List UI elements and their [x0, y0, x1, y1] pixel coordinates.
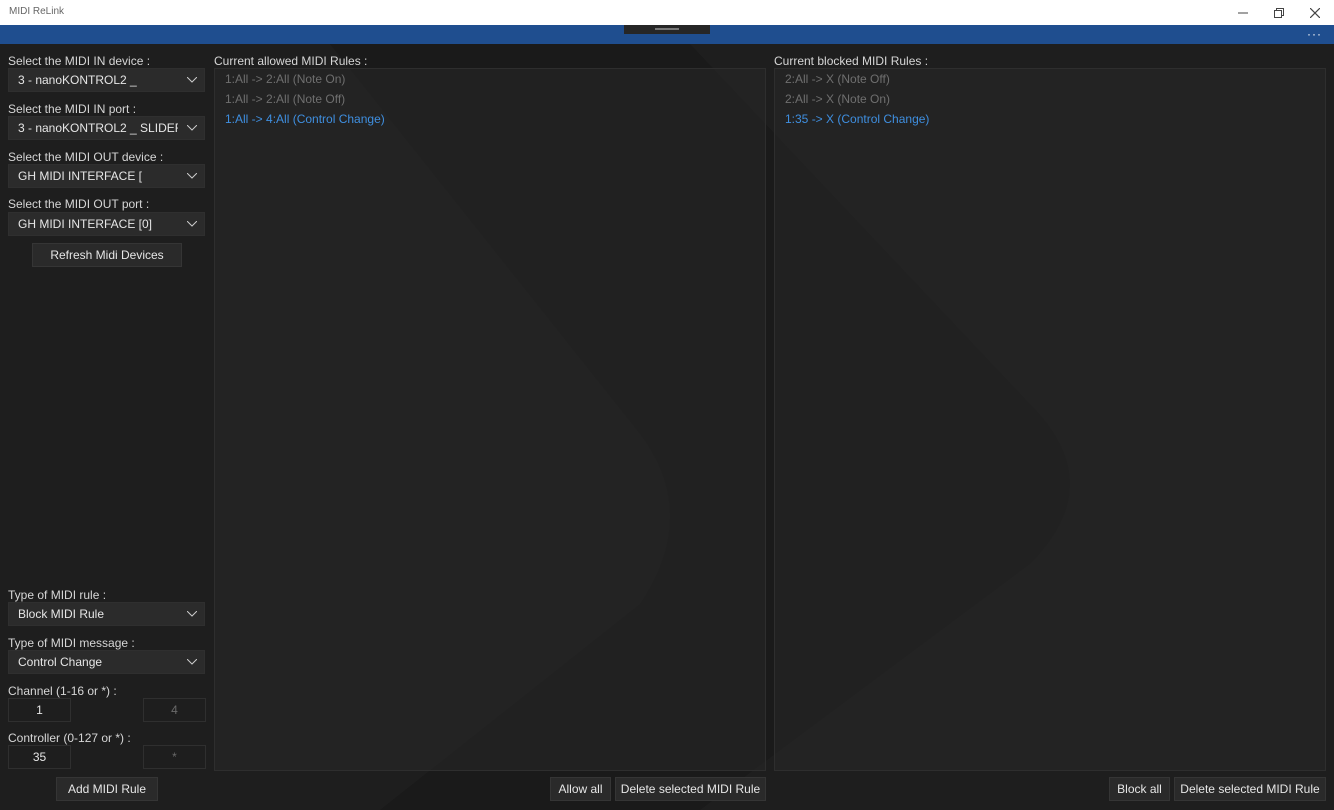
- list-item-selected[interactable]: 1:All -> 4:All (Control Change): [215, 109, 765, 129]
- rule-type-select[interactable]: Block MIDI Rule: [8, 602, 205, 626]
- controller-label: Controller (0-127 or *) :: [8, 731, 131, 745]
- midi-in-device-value: 3 - nanoKONTROL2 _: [18, 73, 137, 87]
- midi-in-port-value: 3 - nanoKONTROL2 _ SLIDER/K: [18, 121, 178, 135]
- rule-type-label: Type of MIDI rule :: [8, 588, 107, 602]
- accent-bar: ···: [0, 25, 1334, 44]
- controller-to-input[interactable]: *: [143, 745, 206, 769]
- close-icon: [1310, 7, 1320, 18]
- channel-to-input[interactable]: 4: [143, 698, 206, 722]
- midi-out-port-label: Select the MIDI OUT port :: [8, 197, 150, 211]
- midi-out-device-select[interactable]: GH MIDI INTERFACE [: [8, 164, 205, 188]
- window-title: MIDI ReLink: [9, 6, 65, 17]
- chevron-down-icon: [186, 117, 198, 139]
- delete-selected-blocked-rule-button[interactable]: Delete selected MIDI Rule: [1174, 777, 1326, 801]
- allowed-rules-list[interactable]: 1:All -> 2:All (Note On) 1:All -> 2:All …: [214, 68, 766, 771]
- message-type-value: Control Change: [18, 655, 103, 669]
- more-options-button[interactable]: ···: [1307, 27, 1322, 41]
- channel-from-input[interactable]: 1: [8, 698, 71, 722]
- chevron-down-icon: [186, 603, 198, 625]
- minimize-icon: [1238, 12, 1248, 13]
- midi-in-device-select[interactable]: 3 - nanoKONTROL2 _: [8, 68, 205, 92]
- blocked-rules-list[interactable]: 2:All -> X (Note Off) 2:All -> X (Note O…: [774, 68, 1326, 771]
- drag-handle[interactable]: [624, 25, 710, 34]
- block-all-button[interactable]: Block all: [1109, 777, 1170, 801]
- midi-out-port-value: GH MIDI INTERFACE [0]: [18, 217, 153, 231]
- midi-out-device-value: GH MIDI INTERFACE [: [18, 169, 143, 183]
- list-item[interactable]: 1:All -> 2:All (Note Off): [215, 89, 765, 109]
- chevron-down-icon: [186, 165, 198, 187]
- close-button[interactable]: [1297, 0, 1333, 25]
- midi-in-device-label: Select the MIDI IN device :: [8, 54, 151, 68]
- list-item[interactable]: 1:All -> 2:All (Note On): [215, 69, 765, 89]
- add-midi-rule-button[interactable]: Add MIDI Rule: [56, 777, 158, 801]
- restore-icon: [1274, 7, 1284, 18]
- restore-button[interactable]: [1261, 0, 1297, 25]
- message-type-label: Type of MIDI message :: [8, 636, 135, 650]
- list-item[interactable]: 2:All -> X (Note Off): [775, 69, 1325, 89]
- minimize-button[interactable]: [1225, 0, 1261, 25]
- chevron-down-icon: [186, 651, 198, 673]
- midi-in-port-label: Select the MIDI IN port :: [8, 102, 137, 116]
- blocked-rules-header: Current blocked MIDI Rules :: [774, 54, 929, 68]
- list-item-selected[interactable]: 1:35 -> X (Control Change): [775, 109, 1325, 129]
- allow-all-button[interactable]: Allow all: [550, 777, 611, 801]
- delete-selected-allowed-rule-button[interactable]: Delete selected MIDI Rule: [615, 777, 766, 801]
- list-item[interactable]: 2:All -> X (Note On): [775, 89, 1325, 109]
- chevron-down-icon: [186, 213, 198, 235]
- midi-out-port-select[interactable]: GH MIDI INTERFACE [0]: [8, 212, 205, 236]
- rule-type-value: Block MIDI Rule: [18, 607, 105, 621]
- message-type-select[interactable]: Control Change: [8, 650, 205, 674]
- allowed-rules-header: Current allowed MIDI Rules :: [214, 54, 368, 68]
- controller-from-input[interactable]: 35: [8, 745, 71, 769]
- title-bar: MIDI ReLink: [0, 0, 1334, 25]
- midi-in-port-select[interactable]: 3 - nanoKONTROL2 _ SLIDER/K: [8, 116, 205, 140]
- channel-label: Channel (1-16 or *) :: [8, 684, 117, 698]
- refresh-midi-devices-button[interactable]: Refresh Midi Devices: [32, 243, 182, 267]
- chevron-down-icon: [186, 69, 198, 91]
- midi-out-device-label: Select the MIDI OUT device :: [8, 150, 164, 164]
